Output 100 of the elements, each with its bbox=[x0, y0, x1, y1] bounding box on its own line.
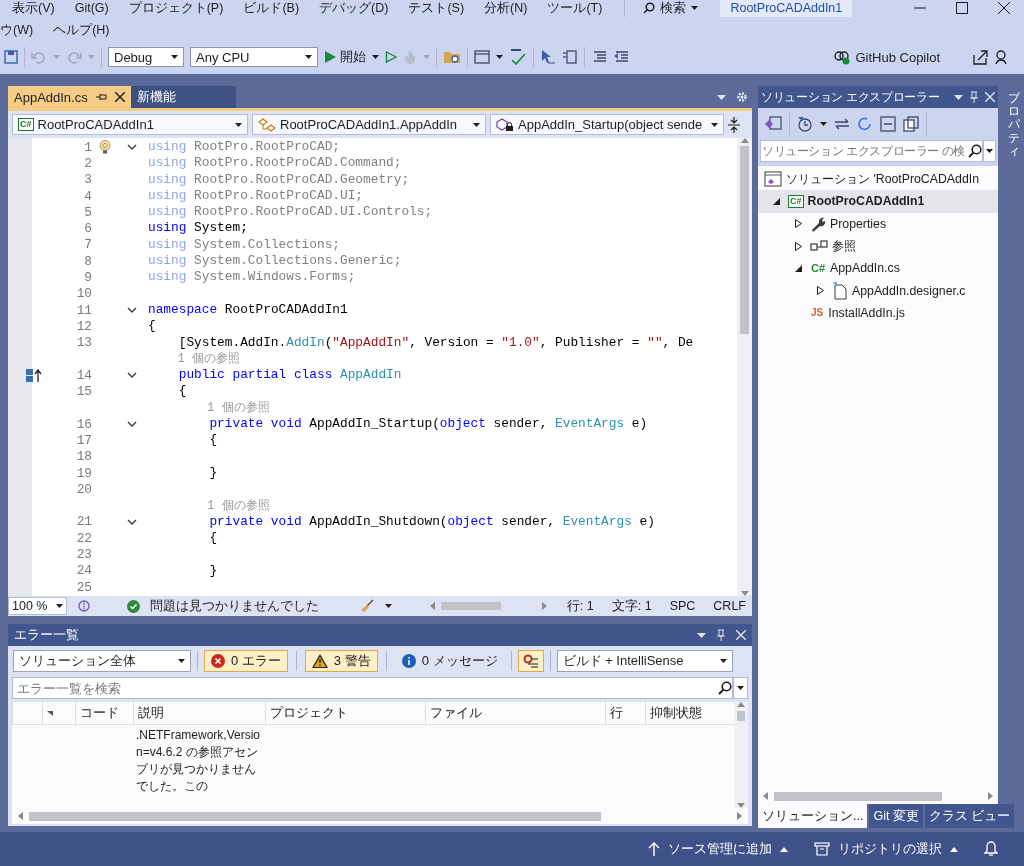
line-ending[interactable]: CRLF bbox=[713, 599, 746, 613]
folder-icon[interactable] bbox=[443, 49, 461, 65]
indent-mode[interactable]: SPC bbox=[669, 599, 696, 613]
filter-button[interactable]: 0 エラー bbox=[204, 650, 288, 672]
navigation-dropdown[interactable]: AppAddIn_Startup(object sende bbox=[490, 114, 724, 135]
scroll-left-icon[interactable] bbox=[763, 792, 768, 800]
menu-item[interactable]: 分析(N) bbox=[474, 0, 538, 17]
menu-item[interactable]: ツール(T) bbox=[537, 0, 613, 17]
project-filter-button[interactable] bbox=[517, 650, 544, 672]
start-button[interactable]: 開始 bbox=[324, 48, 366, 66]
document-icon[interactable] bbox=[562, 49, 578, 65]
filter-button[interactable]: 3 警告 bbox=[304, 650, 378, 672]
menu-item[interactable]: プロジェクト(P) bbox=[118, 0, 234, 17]
panel-tab[interactable]: ソリューション... bbox=[758, 804, 868, 828]
filter-button[interactable]: 0 メッセージ bbox=[394, 650, 505, 672]
dropdown-button[interactable] bbox=[983, 140, 996, 162]
lightbulb-icon[interactable] bbox=[99, 140, 111, 155]
tree-item[interactable]: ソリューション 'RootProCADAddIn bbox=[758, 168, 998, 191]
scrollbar-thumb[interactable] bbox=[737, 711, 745, 721]
tree-item[interactable]: JS InstallAddIn.js bbox=[758, 301, 998, 325]
share-icon[interactable] bbox=[972, 49, 988, 65]
history-icon[interactable] bbox=[797, 116, 813, 132]
properties-tab[interactable]: プロパティ bbox=[1008, 92, 1020, 158]
scroll-left-icon[interactable] bbox=[430, 602, 436, 610]
play-outline-icon[interactable] bbox=[385, 51, 397, 63]
spellcheck-icon[interactable] bbox=[509, 49, 527, 65]
scroll-left-icon[interactable] bbox=[18, 812, 23, 820]
sync-icon[interactable] bbox=[834, 118, 850, 130]
collapse-icon[interactable] bbox=[127, 421, 137, 428]
collapse-icon[interactable] bbox=[127, 372, 137, 379]
navigation-dropdown[interactable]: C# RootProCADAddIn1 bbox=[12, 114, 248, 135]
copy-windows-icon[interactable] bbox=[903, 116, 919, 132]
bell-icon[interactable] bbox=[984, 841, 998, 857]
collapse-icon[interactable] bbox=[127, 307, 137, 314]
menu-item[interactable]: ヘルプ(H) bbox=[43, 21, 120, 39]
column-header[interactable]: 行 bbox=[605, 702, 645, 724]
scroll-up-icon[interactable] bbox=[737, 702, 745, 707]
collapsed-icon[interactable] bbox=[794, 241, 802, 251]
configuration-dropdown[interactable]: Debug bbox=[108, 47, 184, 67]
collapse-icon[interactable] bbox=[127, 518, 137, 525]
panel-tab[interactable]: クラス ビュー bbox=[924, 804, 1015, 828]
caret-icon[interactable] bbox=[954, 94, 963, 100]
menu-item[interactable]: ウ(W) bbox=[0, 21, 44, 39]
search-button[interactable]: 検索 bbox=[637, 0, 705, 17]
panel-tab[interactable]: Git 変更 bbox=[869, 804, 923, 828]
tree-item[interactable]: Properties bbox=[758, 212, 998, 235]
save-icon[interactable] bbox=[4, 50, 18, 64]
collapse-all-icon[interactable] bbox=[880, 116, 896, 132]
column-header[interactable]: ファイル bbox=[425, 702, 605, 724]
scrollbar-thumb[interactable] bbox=[740, 146, 749, 334]
collapsed-icon[interactable] bbox=[794, 219, 802, 229]
solution-icon[interactable] bbox=[764, 116, 782, 132]
status-button[interactable]: ソース管理に追加 bbox=[648, 840, 788, 858]
source-dropdown[interactable]: ビルド + IntelliSense bbox=[556, 650, 733, 672]
cursor-icon[interactable] bbox=[540, 49, 556, 65]
scroll-right-icon[interactable] bbox=[988, 792, 993, 800]
editor-tab[interactable]: AppAddIn.cs bbox=[8, 86, 131, 108]
menu-item[interactable]: テスト(S) bbox=[398, 0, 475, 17]
maximize-icon[interactable] bbox=[956, 2, 968, 14]
tree-item[interactable]: C# AppAddIn.cs bbox=[758, 257, 998, 280]
collapse-icon[interactable] bbox=[127, 144, 137, 151]
navigation-dropdown[interactable]: RootProCADAddIn1.AppAddIn bbox=[252, 114, 486, 135]
table-cell-text: .NETFramework,Version=v4.6.2 の参照アセンブリが見つかりませんでした。この bbox=[135, 727, 262, 795]
scroll-right-icon[interactable] bbox=[541, 602, 547, 610]
broom-icon[interactable] bbox=[359, 599, 376, 613]
refresh-icon[interactable] bbox=[857, 116, 873, 132]
status-button[interactable]: リポジトリの選択 bbox=[814, 840, 958, 858]
collapsed-icon[interactable] bbox=[816, 286, 824, 296]
column-header[interactable]: プロジェクト bbox=[265, 702, 425, 724]
lines-icon[interactable] bbox=[613, 50, 629, 64]
tree-item[interactable]: AppAddIn.designer.c bbox=[758, 279, 998, 302]
split-icon[interactable] bbox=[728, 116, 740, 133]
caret-icon[interactable] bbox=[697, 632, 706, 638]
scroll-right-icon[interactable] bbox=[737, 812, 742, 820]
menu-item[interactable]: Git(G) bbox=[64, 1, 119, 15]
copilot-button[interactable]: GitHub Copilot bbox=[833, 49, 940, 65]
editor-tab[interactable]: 新機能 bbox=[130, 86, 236, 108]
zoom-dropdown[interactable]: 100 % bbox=[8, 597, 67, 615]
scope-dropdown[interactable]: ソリューション全体 bbox=[13, 650, 191, 672]
dropdown-button[interactable] bbox=[733, 677, 748, 699]
lines-icon[interactable] bbox=[591, 50, 607, 64]
column-header[interactable]: コード bbox=[75, 702, 133, 724]
scrollbar-thumb[interactable] bbox=[441, 602, 502, 610]
menu-item[interactable]: ビルド(B) bbox=[233, 0, 310, 17]
expanded-icon[interactable] bbox=[794, 264, 802, 272]
tree-item[interactable]: C# RootProCADAddIn1 bbox=[758, 190, 998, 213]
platform-dropdown[interactable]: Any CPU bbox=[190, 47, 318, 67]
pin-icon[interactable] bbox=[95, 92, 107, 102]
tree-item[interactable]: 参照 bbox=[758, 234, 998, 258]
brain-icon[interactable] bbox=[76, 599, 91, 613]
window-icon[interactable] bbox=[474, 49, 490, 65]
gear-icon[interactable] bbox=[736, 91, 748, 103]
menu-item[interactable]: 表示(V) bbox=[2, 0, 65, 17]
caret-icon[interactable] bbox=[717, 94, 726, 100]
menu-item[interactable]: デバッグ(D) bbox=[309, 0, 399, 17]
expanded-icon[interactable] bbox=[772, 197, 780, 205]
scrollbar-thumb[interactable] bbox=[29, 811, 601, 821]
implements-icon[interactable] bbox=[26, 368, 42, 382]
scrollbar-thumb[interactable] bbox=[774, 791, 942, 801]
column-header[interactable]: 説明 bbox=[133, 702, 265, 724]
